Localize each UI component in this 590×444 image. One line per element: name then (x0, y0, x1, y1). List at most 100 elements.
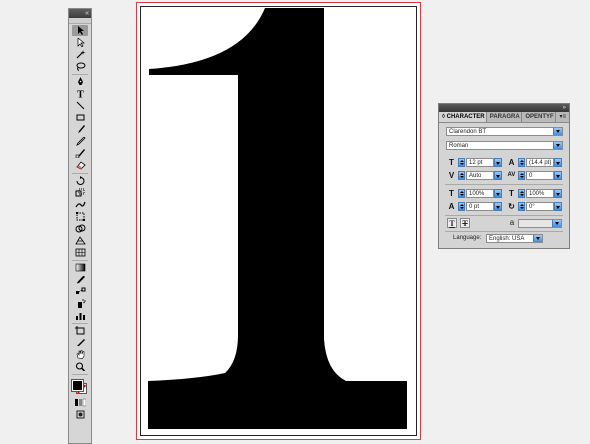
perspective-grid-tool[interactable] (72, 235, 88, 246)
blob-brush-tool[interactable] (72, 148, 88, 159)
pen-tool[interactable] (72, 76, 88, 87)
perspective-icon (74, 236, 86, 245)
chevron-down-icon[interactable] (554, 202, 562, 211)
tab-paragraph[interactable]: PARAGRA (487, 112, 523, 122)
horizontal-scale-input[interactable]: 100% (526, 189, 554, 198)
transform-icon (75, 212, 85, 221)
blend-icon (75, 287, 85, 294)
selection-tool[interactable] (72, 25, 88, 36)
tab-character[interactable]: ◊ CHARACTER (439, 112, 487, 122)
chevron-down-icon[interactable] (533, 235, 542, 242)
tool-separator (72, 323, 88, 324)
hand-tool[interactable] (72, 349, 88, 360)
arrow-black-icon (77, 26, 84, 35)
font-size-stepper[interactable] (458, 158, 465, 167)
font-family-dropdown[interactable]: Clarendon BT (446, 127, 563, 136)
font-style-dropdown[interactable]: Roman (446, 141, 563, 150)
type-tool[interactable]: T (72, 88, 88, 99)
chevron-down-icon[interactable] (494, 158, 502, 167)
artboard-tool[interactable] (72, 325, 88, 336)
blend-tool[interactable] (72, 286, 88, 297)
chevron-down-icon[interactable] (494, 171, 502, 180)
underline-button[interactable]: T (447, 218, 457, 228)
tab-opentype[interactable]: OPENTYF (522, 112, 557, 122)
free-transform-tool[interactable] (72, 211, 88, 222)
tools-panel-header[interactable]: « (69, 9, 91, 18)
kerning-stepper[interactable] (458, 171, 465, 180)
drawing-mode-button[interactable] (72, 409, 88, 420)
paintbrush-tool[interactable] (72, 124, 88, 135)
chevron-down-icon[interactable] (494, 189, 502, 198)
mesh-tool[interactable] (72, 247, 88, 258)
line-segment-tool[interactable] (72, 100, 88, 111)
gradient-tool[interactable] (72, 262, 88, 273)
magic-wand-tool[interactable] (72, 49, 88, 60)
tracking-input[interactable]: 0 (526, 171, 554, 180)
eyedropper-tool[interactable] (72, 274, 88, 285)
character-rotation-stepper[interactable] (518, 202, 525, 211)
zoom-tool[interactable] (72, 361, 88, 372)
leading-icon: A (508, 158, 515, 167)
character-panel-titlebar[interactable]: » (439, 104, 569, 112)
pencil-tool[interactable] (72, 136, 88, 147)
collapse-icon[interactable]: « (85, 10, 89, 17)
shape-builder-tool[interactable] (72, 223, 88, 234)
tool-separator (72, 260, 88, 261)
chevron-down-icon[interactable] (552, 220, 561, 227)
eraser-icon (75, 161, 86, 170)
language-value: English: USA (489, 236, 525, 242)
tools-panel-grip[interactable] (69, 18, 91, 24)
chevron-down-icon[interactable] (554, 189, 562, 198)
chevron-down-icon[interactable] (494, 202, 502, 211)
lasso-tool[interactable] (72, 61, 88, 72)
rotation-icon: ↻ (508, 202, 515, 211)
character-rotation-input[interactable]: 0° (526, 202, 554, 211)
chevron-down-icon[interactable] (553, 128, 562, 135)
artboard-icon (74, 326, 84, 335)
divider (445, 184, 563, 185)
tool-list: T (69, 25, 91, 372)
kerning-input[interactable]: Auto (466, 171, 494, 180)
tracking-field: AV 0 (506, 171, 562, 180)
eraser-tool[interactable] (72, 160, 88, 171)
chevron-down-icon[interactable] (554, 158, 562, 167)
tools-panel: « T (68, 8, 92, 444)
horizontal-scale-field: T 100% (506, 189, 562, 198)
antialias-dropdown[interactable] (518, 219, 562, 228)
numeral-one-artwork[interactable] (137, 3, 420, 439)
baseline-shift-input[interactable]: 0 pt (466, 202, 494, 211)
horizontal-scale-icon: T (509, 189, 514, 198)
baseline-shift-stepper[interactable] (458, 202, 465, 211)
rectangle-tool[interactable] (72, 112, 88, 123)
wand-icon (76, 50, 85, 59)
font-family-value: Clarendon BT (449, 129, 487, 135)
divider (445, 231, 563, 232)
panel-collapse-icon[interactable]: » (563, 105, 566, 111)
strikethrough-button[interactable]: T (460, 218, 470, 228)
direct-selection-tool[interactable] (72, 37, 88, 48)
language-dropdown[interactable]: English: USA (486, 234, 543, 243)
pencil-icon (75, 137, 86, 146)
hand-icon (76, 350, 84, 359)
color-mode-buttons[interactable] (72, 397, 88, 408)
vertical-scale-input[interactable]: 100% (466, 189, 494, 198)
artboard[interactable]: 1 (136, 2, 421, 440)
font-size-input[interactable]: 12 pt (466, 158, 494, 167)
chevron-down-icon[interactable] (553, 142, 562, 149)
vertical-scale-stepper[interactable] (458, 189, 465, 198)
chevron-down-icon[interactable] (554, 171, 562, 180)
leading-stepper[interactable] (518, 158, 525, 167)
slice-tool[interactable] (72, 337, 88, 348)
rotate-tool[interactable] (72, 175, 88, 186)
column-graph-tool[interactable] (72, 310, 88, 321)
symbol-sprayer-tool[interactable] (72, 298, 88, 309)
warp-tool[interactable] (72, 199, 88, 210)
tracking-stepper[interactable] (518, 171, 525, 180)
horizontal-scale-stepper[interactable] (518, 189, 525, 198)
panel-menu-icon[interactable]: ▾≡ (556, 112, 569, 122)
antialias-icon: a (509, 218, 515, 227)
fill-swatch[interactable] (72, 380, 83, 391)
leading-input[interactable]: (14.4 pt) (526, 158, 554, 167)
scale-tool[interactable] (72, 187, 88, 198)
language-label: Language: (453, 235, 482, 241)
